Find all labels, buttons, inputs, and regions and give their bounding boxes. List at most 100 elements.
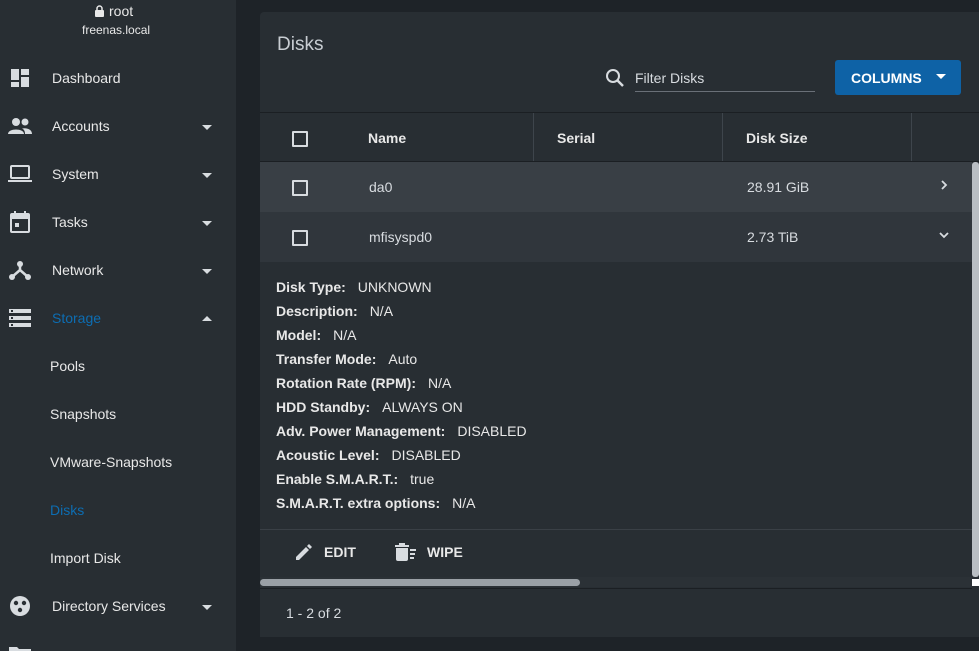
- column-divider: [722, 113, 723, 161]
- detail-key: Model:: [276, 327, 322, 343]
- storage-icon: [8, 306, 32, 330]
- column-divider: [533, 113, 534, 161]
- detail-value: UNKNOWN: [357, 279, 432, 295]
- scrollbar-corner: [972, 579, 979, 586]
- sidebar-subitem-import-disk[interactable]: Import Disk: [0, 534, 236, 582]
- disk-name: da0: [369, 179, 393, 195]
- detail-value: true: [410, 471, 435, 487]
- sidebar-subitem-snapshots[interactable]: Snapshots: [0, 390, 236, 438]
- detail-hdd-standby: HDD Standby: ALWAYS ON: [276, 399, 463, 415]
- chevron-down-icon: [202, 173, 212, 178]
- delete-sweep-icon: [395, 543, 416, 561]
- detail-value: N/A: [428, 375, 452, 391]
- horizontal-scrollbar-thumb[interactable]: [260, 579, 580, 586]
- laptop-icon: [8, 162, 32, 186]
- column-header-name[interactable]: Name: [368, 113, 406, 163]
- detail-value: ALWAYS ON: [382, 399, 463, 415]
- folder-icon: [8, 642, 32, 651]
- sidebar-subitem-vmware-snapshots[interactable]: VMware-Snapshots: [0, 438, 236, 486]
- row-checkbox[interactable]: [292, 230, 308, 246]
- detail-key: Description:: [276, 303, 358, 319]
- directory-services-icon: [8, 594, 32, 618]
- disk-details-panel: Disk Type: UNKNOWN Description: N/A Model:…: [260, 262, 972, 529]
- detail-key: Transfer Mode:: [276, 351, 377, 367]
- disk-size: 2.73 TiB: [747, 229, 799, 245]
- detail-adv-power-management: Adv. Power Management: DISABLED: [276, 423, 527, 439]
- detail-value: N/A: [452, 495, 476, 511]
- detail-key: HDD Standby:: [276, 399, 371, 415]
- vertical-scrollbar-thumb[interactable]: [972, 162, 979, 577]
- wipe-button-label: WIPE: [427, 544, 463, 560]
- edit-button[interactable]: EDIT: [294, 540, 356, 564]
- detail-value: DISABLED: [391, 447, 461, 463]
- column-divider: [911, 113, 912, 161]
- lock-icon: [95, 5, 104, 17]
- detail-disk-type: Disk Type: UNKNOWN: [276, 279, 432, 295]
- columns-button-label: COLUMNS: [851, 69, 922, 86]
- user-host: freenas.local: [82, 23, 151, 37]
- detail-key: Disk Type:: [276, 279, 346, 295]
- people-icon: [8, 114, 32, 138]
- sidebar-subitem-disks[interactable]: Disks: [0, 486, 236, 534]
- sidebar-item-storage[interactable]: Storage: [0, 294, 236, 342]
- detail-key: S.M.A.R.T. extra options:: [276, 495, 441, 511]
- sidebar-item-label: System: [52, 166, 99, 182]
- sidebar-item-system[interactable]: System: [0, 150, 236, 198]
- sidebar: root freenas.local Dashboard Accounts Sy…: [0, 0, 236, 651]
- sidebar-item-partial[interactable]: [0, 630, 236, 651]
- page-title: Disks: [277, 34, 324, 55]
- detail-model: Model: N/A: [276, 327, 356, 343]
- dashboard-icon: [8, 66, 32, 90]
- chevron-up-icon: [202, 316, 212, 321]
- disk-size: 28.91 GiB: [747, 179, 810, 195]
- chevron-down-icon: [202, 221, 212, 226]
- filter-disks-input[interactable]: [635, 68, 815, 92]
- user-name-text: root: [109, 3, 134, 19]
- column-header-serial[interactable]: Serial: [557, 113, 595, 163]
- detail-key: Adv. Power Management:: [276, 423, 446, 439]
- sidebar-item-tasks[interactable]: Tasks: [0, 198, 236, 246]
- row-checkbox[interactable]: [292, 180, 308, 196]
- chevron-down-icon: [202, 125, 212, 130]
- table-row[interactable]: da0 28.91 GiB: [260, 162, 972, 212]
- sidebar-item-network[interactable]: Network: [0, 246, 236, 294]
- wipe-button[interactable]: WIPE: [395, 540, 463, 564]
- sidebar-item-label: Accounts: [52, 118, 110, 134]
- pencil-icon: [296, 544, 312, 560]
- disk-name: mfisyspd0: [369, 229, 433, 245]
- select-all-checkbox[interactable]: [292, 131, 308, 147]
- disks-card: Disks COLUMNS Name Serial Disk Size da0 …: [260, 12, 979, 637]
- sidebar-subitem-label: Snapshots: [50, 406, 117, 422]
- chevron-down-icon[interactable]: [938, 229, 950, 241]
- detail-value: N/A: [369, 303, 394, 319]
- chevron-down-icon: [202, 269, 212, 274]
- detail-value: DISABLED: [457, 423, 527, 439]
- detail-key: Enable S.M.A.R.T.:: [276, 471, 399, 487]
- detail-acoustic-level: Acoustic Level: DISABLED: [276, 447, 461, 463]
- detail-key: Acoustic Level:: [276, 447, 380, 463]
- table-header: Name Serial Disk Size: [260, 112, 979, 162]
- sidebar-subitem-label: Import Disk: [50, 550, 121, 566]
- sidebar-item-accounts[interactable]: Accounts: [0, 102, 236, 150]
- sidebar-item-label: Network: [52, 262, 104, 278]
- table-row[interactable]: mfisyspd0 2.73 TiB: [260, 212, 972, 262]
- sidebar-item-directory-services[interactable]: Directory Services: [0, 582, 236, 630]
- sidebar-subitem-label: Pools: [50, 358, 86, 374]
- detail-value: N/A: [333, 327, 357, 343]
- sidebar-item-label: Storage: [52, 310, 102, 326]
- detail-key: Rotation Rate (RPM):: [276, 375, 416, 391]
- sidebar-subitem-pools[interactable]: Pools: [0, 342, 236, 390]
- column-header-disk-size[interactable]: Disk Size: [746, 113, 807, 163]
- sidebar-item-dashboard[interactable]: Dashboard: [0, 54, 236, 102]
- detail-value: Auto: [388, 351, 418, 367]
- caret-down-icon: [936, 74, 946, 79]
- network-icon: [8, 258, 32, 282]
- pagination-range: 1 - 2 of 2: [286, 605, 342, 621]
- divider: [260, 529, 972, 530]
- chevron-down-icon: [202, 605, 212, 610]
- edit-button-label: EDIT: [324, 544, 356, 560]
- chevron-right-icon[interactable]: [938, 179, 950, 191]
- detail-enable-smart: Enable S.M.A.R.T.: true: [276, 471, 434, 487]
- columns-button[interactable]: COLUMNS: [835, 60, 961, 95]
- search-icon: [606, 69, 624, 87]
